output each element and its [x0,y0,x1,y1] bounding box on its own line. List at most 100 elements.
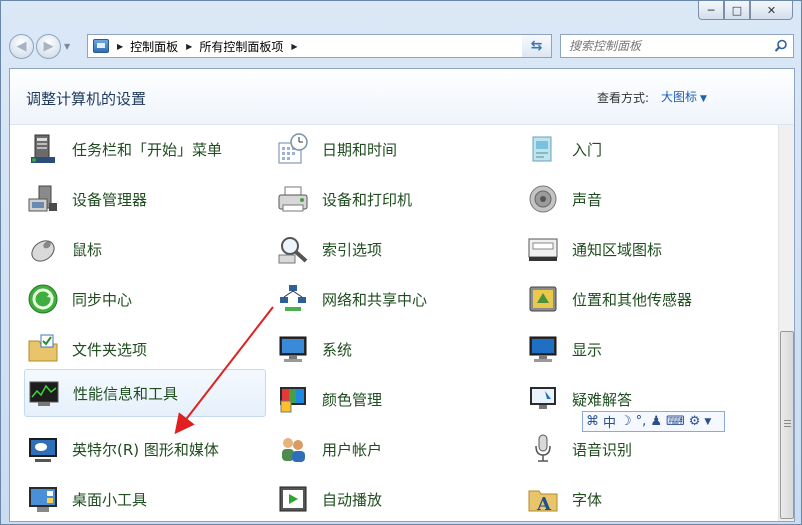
item-location-sensors[interactable]: 位置和其他传感器 [510,275,752,323]
back-button[interactable]: ◀ [9,33,34,59]
breadcrumb-control-panel[interactable]: 控制面板 [130,38,178,55]
heading-bar: 调整计算机的设置 查看方式: 大图标 ▼ [10,69,794,125]
person-icon[interactable]: ♟ [650,414,662,429]
item-network-sharing[interactable]: 网络和共享中心 [260,275,502,323]
item-label: 显示 [572,340,603,359]
item-label: 语音识别 [572,440,633,459]
search-box[interactable] [560,34,794,58]
item-intel-graphics[interactable]: 英特尔(R) 图形和媒体 [10,425,252,473]
item-taskbar[interactable]: 任务栏和「开始」菜单 [10,125,252,173]
page-title: 调整计算机的设置 [26,90,147,108]
control-panel-icon [93,39,109,53]
navigation-bar: ◀ ▶ ▼ ▶ 控制面板 ▶ 所有控制面板项 ▶ ▼ ⇆ [9,32,794,60]
item-indexing-options[interactable]: 索引选项 [260,225,502,273]
printer-icon [277,183,309,215]
item-desktop-gadgets[interactable]: 桌面小工具 [10,475,252,521]
scrollbar-thumb[interactable] [780,331,794,519]
item-label: 索引选项 [322,240,383,259]
item-label: 性能信息和工具 [73,384,179,403]
folder-icon [27,333,59,365]
item-sound[interactable]: 声音 [510,175,752,223]
search-input[interactable] [569,39,759,53]
grip-line [784,423,791,424]
chevron-down-icon: ▼ [700,94,707,104]
taskbar-icon [27,133,59,165]
grip-line [784,420,791,421]
users-icon [277,433,309,465]
item-label: 鼠标 [72,240,103,259]
item-folder-options[interactable]: 文件夹选项 [10,325,252,373]
svg-text:A: A [536,494,552,515]
item-label: 颜色管理 [322,390,383,409]
item-label: 桌面小工具 [72,490,148,509]
keyboard-icon[interactable]: ⌨ [666,414,685,429]
item-autoplay[interactable]: 自动播放 [260,475,502,521]
mouse-icon [27,233,59,265]
moon-icon[interactable]: ☽ [620,414,632,429]
item-notification-icons[interactable]: 通知区域图标 [510,225,752,273]
control-panel-window: ─ □ ✕ ◀ ▶ ▼ ▶ 控制面板 ▶ 所有控制面板项 ▶ ▼ ⇆ 调整计算机… [0,0,802,525]
breadcrumb-separator[interactable]: ▶ [291,42,297,51]
item-label: 声音 [572,190,603,209]
network-icon [277,283,309,315]
punctuation-icon[interactable]: °, [636,414,647,429]
item-label: 字体 [572,490,603,509]
device-manager-icon [27,183,59,215]
item-label: 设备管理器 [72,190,148,209]
item-label: 设备和打印机 [322,190,413,209]
item-devices-printers[interactable]: 设备和打印机 [260,175,502,223]
item-display[interactable]: 显示 [510,325,752,373]
notification-icon [527,233,559,265]
item-speech-recognition[interactable]: 语音识别 [510,425,752,473]
ime-mode[interactable]: 中 [603,412,616,431]
address-bar[interactable]: ▶ 控制面板 ▶ 所有控制面板项 ▶ ▼ [87,34,552,58]
clock-calendar-icon [277,133,309,165]
item-device-manager[interactable]: 设备管理器 [10,175,252,223]
refresh-button[interactable]: ⇆ [522,34,552,58]
item-sync-center[interactable]: 同步中心 [10,275,252,323]
microphone-icon [527,433,559,465]
ime-toolbar[interactable]: ⌘ 中 ☽ °, ♟ ⌨ ⚙ ▼ [582,411,725,432]
maximize-button[interactable]: □ [724,1,750,20]
item-label: 用户帐户 [322,440,383,459]
item-getting-started[interactable]: 入门 [510,125,752,173]
refresh-icon: ⇆ [530,38,543,54]
item-label: 网络和共享中心 [322,290,428,309]
item-date-time[interactable]: 日期和时间 [260,125,502,173]
search-icon[interactable] [774,39,788,53]
magnifier-icon [277,233,309,265]
chevron-down-icon[interactable]: ▼ [704,417,711,427]
minimize-button[interactable]: ─ [698,1,724,20]
forward-button[interactable]: ▶ [36,33,61,59]
item-user-accounts[interactable]: 用户帐户 [260,425,502,473]
breadcrumb-separator[interactable]: ▶ [186,42,192,51]
getting-started-icon [527,133,559,165]
grip-line [784,426,791,427]
item-label: 任务栏和「开始」菜单 [72,140,223,159]
speaker-icon [527,183,559,215]
item-label: 通知区域图标 [572,240,663,259]
sync-icon [27,283,59,315]
troubleshoot-icon [527,383,559,415]
computer-icon [277,333,309,365]
sensor-icon [527,283,559,315]
item-fonts[interactable]: A 字体 [510,475,752,521]
view-by-label: 查看方式: [597,91,650,105]
item-system[interactable]: 系统 [260,325,502,373]
performance-icon [28,377,60,409]
item-label: 日期和时间 [322,140,398,159]
item-mouse[interactable]: 鼠标 [10,225,252,273]
view-by-dropdown[interactable]: 大图标 ▼ [661,88,707,105]
recent-pages-dropdown[interactable]: ▼ [64,42,70,51]
item-performance-tools[interactable]: 性能信息和工具 [24,369,266,417]
settings-icon[interactable]: ⚙ [689,414,701,429]
item-color-management[interactable]: 颜色管理 [260,375,502,423]
ime-logo-icon[interactable]: ⌘ [586,414,599,429]
item-label: 文件夹选项 [72,340,148,359]
forward-arrow-icon: ▶ [43,38,54,54]
breadcrumb-all-items[interactable]: 所有控制面板项 [199,38,283,55]
breadcrumb-separator[interactable]: ▶ [117,42,123,51]
vertical-scrollbar[interactable] [778,125,794,521]
item-label: 自动播放 [322,490,383,509]
close-button[interactable]: ✕ [750,1,793,20]
